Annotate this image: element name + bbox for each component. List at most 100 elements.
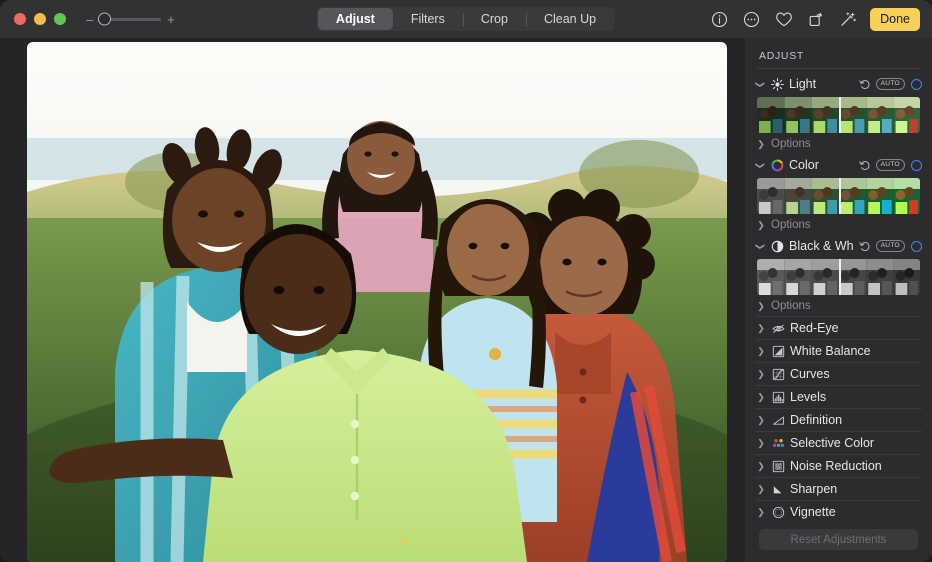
color-options-label: Options (771, 219, 811, 231)
chevron-right-icon[interactable]: ❯ (756, 139, 766, 150)
sidebar-item-label-levels: Levels (790, 390, 826, 404)
group-label-black-and-white: Black & White (789, 239, 854, 253)
bw-strip-selection-marker[interactable] (839, 259, 841, 295)
reset-black-and-white-icon[interactable] (859, 241, 870, 252)
group-header-color[interactable]: ❯ Color (755, 154, 922, 176)
sidebar-item-curves[interactable]: ❯ Curves (755, 362, 922, 385)
chevron-right-icon[interactable]: ❯ (756, 392, 766, 403)
zoom-slider-control[interactable]: – + (86, 13, 175, 26)
titlebar: – + Adjust Filters Crop Clean Up (0, 0, 932, 38)
half-circle-contrast-icon (770, 239, 784, 253)
selective-color-dots-icon (771, 436, 785, 450)
brightness-sun-icon (770, 77, 784, 91)
group-label-light: Light (789, 77, 854, 91)
group-controls-light: AUTO (859, 78, 922, 89)
minimize-button[interactable] (34, 13, 46, 25)
light-strip-selection-marker[interactable] (839, 97, 841, 133)
favorite-heart-icon[interactable] (774, 10, 793, 29)
sidebar-item-label-definition: Definition (790, 413, 842, 427)
chevron-right-icon[interactable]: ❯ (756, 369, 766, 380)
chevron-right-icon[interactable]: ❯ (756, 461, 766, 472)
color-strip-selection-marker[interactable] (839, 178, 841, 214)
maximize-button[interactable] (54, 13, 66, 25)
photos-editor-window: – + Adjust Filters Crop Clean Up (0, 0, 932, 562)
sidebar-item-label-white-balance: White Balance (790, 344, 871, 358)
vignette-circle-icon (771, 505, 785, 519)
sidebar-item-label-selective-color: Selective Color (790, 436, 874, 450)
chevron-right-icon[interactable]: ❯ (756, 346, 766, 357)
curves-icon (771, 367, 785, 381)
info-icon[interactable] (710, 10, 729, 29)
zoom-out-icon[interactable]: – (86, 13, 93, 26)
chevron-right-icon[interactable]: ❯ (756, 438, 766, 449)
sidebar-title: ADJUST (755, 38, 922, 68)
black-and-white-options-row[interactable]: ❯ Options (755, 296, 922, 316)
reset-light-icon[interactable] (859, 79, 870, 90)
sidebar-item-sharpen[interactable]: ❯ Sharpen (755, 477, 922, 500)
reset-color-icon[interactable] (859, 160, 870, 171)
group-label-color: Color (789, 158, 854, 172)
auto-enhance-wand-icon[interactable] (838, 10, 857, 29)
sidebar-item-white-balance[interactable]: ❯ White Balance (755, 339, 922, 362)
tab-adjust[interactable]: Adjust (318, 8, 393, 30)
chevron-down-icon[interactable]: ❯ (755, 160, 766, 170)
more-options-icon[interactable] (742, 10, 761, 29)
noise-reduction-icon (771, 459, 785, 473)
chevron-down-icon[interactable]: ❯ (755, 79, 766, 89)
tab-clean-up[interactable]: Clean Up (526, 8, 614, 30)
auto-color-badge[interactable]: AUTO (876, 159, 905, 170)
group-header-black-and-white[interactable]: ❯ Black & White AUTO (755, 235, 922, 257)
chevron-right-icon[interactable]: ❯ (756, 415, 766, 426)
auto-black-and-white-badge[interactable]: AUTO (876, 240, 905, 251)
definition-triangle-icon (771, 413, 785, 427)
black-and-white-options-label: Options (771, 300, 811, 312)
sidebar-item-label-red-eye: Red-Eye (790, 321, 839, 335)
zoom-slider-knob[interactable] (98, 13, 111, 26)
contrast-glyph (771, 240, 784, 253)
sidebar-item-vignette[interactable]: ❯ Vignette (755, 500, 922, 523)
chevron-down-icon[interactable]: ❯ (755, 241, 766, 251)
sidebar-item-red-eye[interactable]: ❯ Red-Eye (755, 316, 922, 339)
tab-filters[interactable]: Filters (393, 8, 463, 30)
photo-image[interactable] (27, 42, 727, 562)
chevron-right-icon[interactable]: ❯ (756, 301, 766, 312)
reset-adjustments-button[interactable]: Reset Adjustments (759, 529, 918, 550)
chevron-right-icon[interactable]: ❯ (756, 507, 766, 518)
rotate-icon[interactable] (806, 10, 825, 29)
light-options-label: Options (771, 138, 811, 150)
chevron-right-icon[interactable]: ❯ (756, 484, 766, 495)
photo-content (27, 42, 727, 562)
adjust-sidebar: ADJUST ❯ Light AUTO (745, 38, 932, 562)
group-header-light[interactable]: ❯ Light AUTO (755, 73, 922, 95)
levels-icon (771, 390, 785, 404)
tab-crop[interactable]: Crop (463, 8, 526, 30)
auto-light-badge[interactable]: AUTO (876, 78, 905, 89)
light-adjustment-filmstrip[interactable] (757, 97, 920, 133)
photo-canvas (0, 38, 745, 562)
color-adjustment-filmstrip[interactable] (757, 178, 920, 214)
black-and-white-adjustment-filmstrip[interactable] (757, 259, 920, 295)
sidebar-divider (757, 68, 920, 69)
toggle-light[interactable] (911, 79, 922, 90)
color-wheel-glyph (771, 159, 784, 172)
toolbar-actions: Done (710, 0, 920, 38)
zoom-in-icon[interactable]: + (167, 13, 175, 26)
done-button[interactable]: Done (870, 8, 920, 31)
toggle-color[interactable] (911, 160, 922, 171)
traffic-light-buttons (14, 13, 66, 25)
sidebar-item-noise-reduction[interactable]: ❯ Noise Reduction (755, 454, 922, 477)
toggle-black-and-white[interactable] (911, 241, 922, 252)
chevron-right-icon[interactable]: ❯ (756, 220, 766, 231)
chevron-right-icon[interactable]: ❯ (756, 323, 766, 334)
sidebar-item-label-sharpen: Sharpen (790, 482, 837, 496)
group-controls-color: AUTO (859, 159, 922, 170)
close-button[interactable] (14, 13, 26, 25)
zoom-slider-track[interactable] (99, 18, 161, 21)
color-options-row[interactable]: ❯ Options (755, 215, 922, 235)
white-balance-icon (771, 344, 785, 358)
sidebar-item-definition[interactable]: ❯ Definition (755, 408, 922, 431)
eye-slash-icon (771, 321, 785, 335)
sidebar-item-levels[interactable]: ❯ Levels (755, 385, 922, 408)
light-options-row[interactable]: ❯ Options (755, 134, 922, 154)
sidebar-item-selective-color[interactable]: ❯ Selective Color (755, 431, 922, 454)
